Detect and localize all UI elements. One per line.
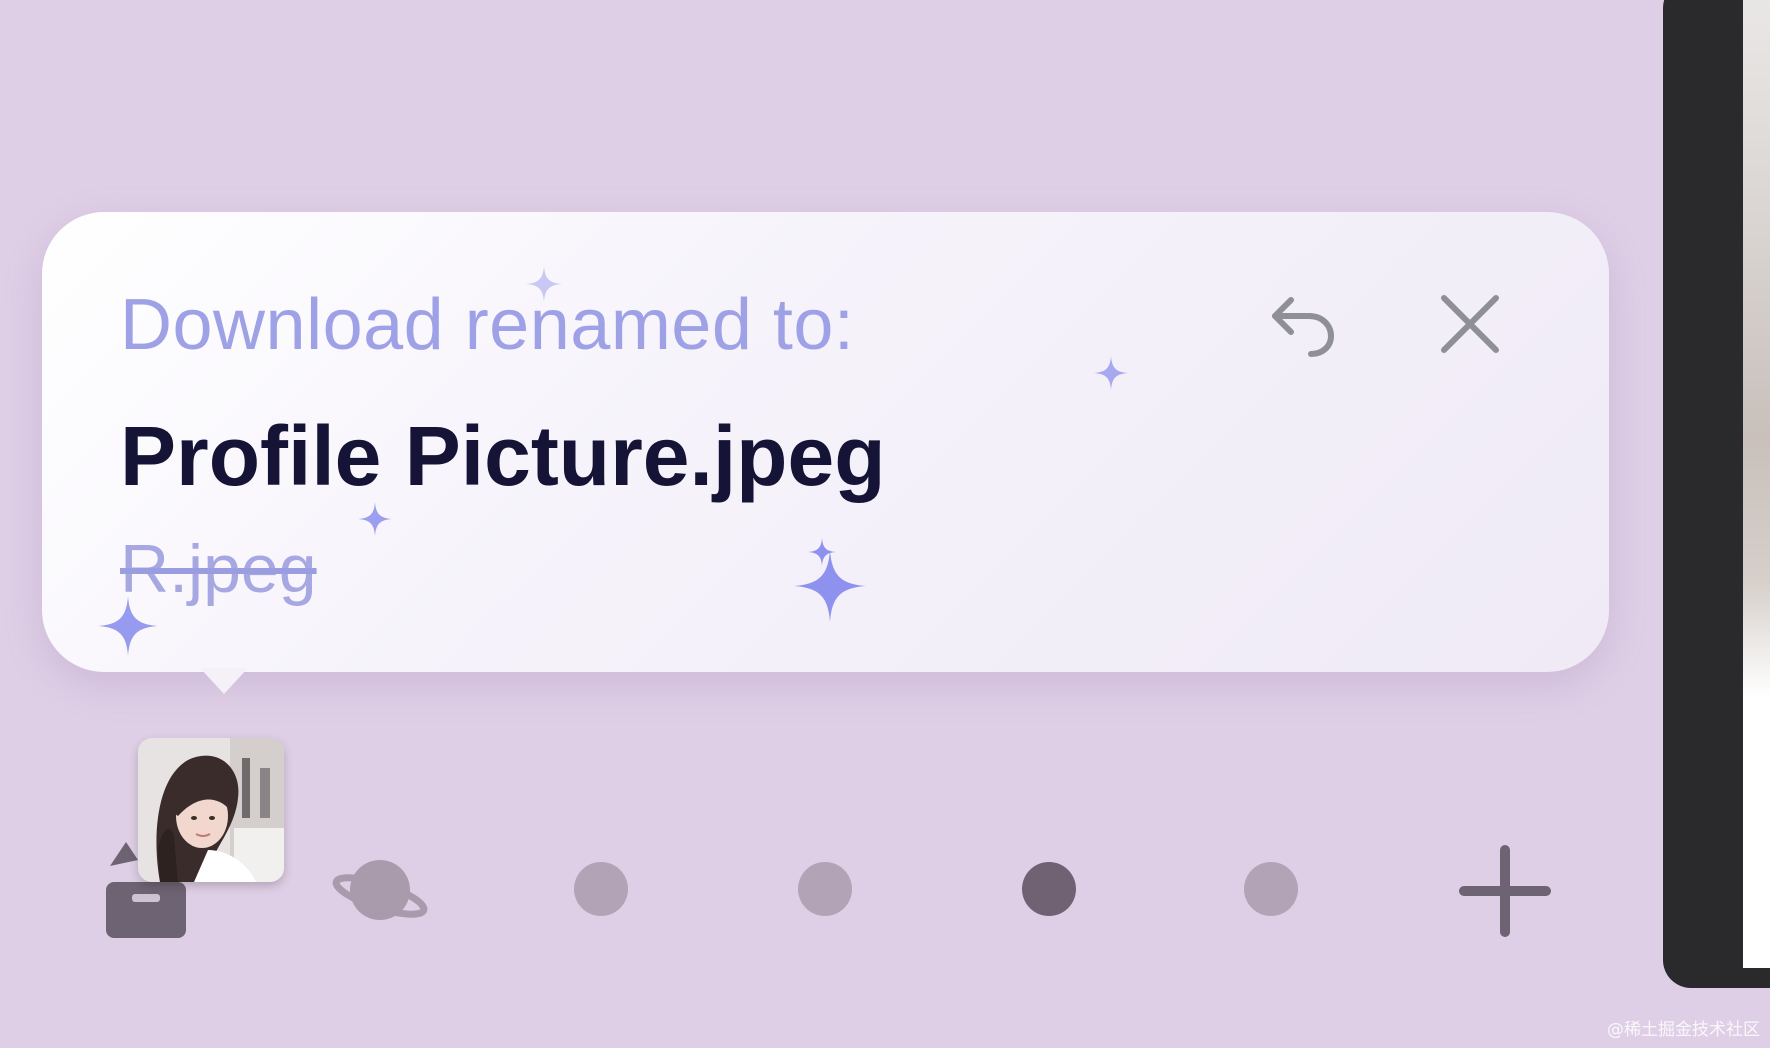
adjacent-window-edge xyxy=(1663,0,1770,988)
close-toast-button[interactable] xyxy=(1422,276,1518,372)
sparkle-icon xyxy=(98,596,158,656)
close-icon xyxy=(1441,295,1499,353)
planet-icon[interactable] xyxy=(330,852,430,928)
undo-arrow-icon xyxy=(1272,297,1335,357)
sparkle-icon xyxy=(794,550,866,622)
profile-photo-thumbnail[interactable] xyxy=(138,738,284,882)
space-dot[interactable] xyxy=(798,862,852,916)
sparkle-icon xyxy=(526,266,562,302)
undo-rename-button[interactable] xyxy=(1255,278,1351,374)
toast-heading: Download renamed to: xyxy=(120,285,855,365)
watermark: @稀土掘金技术社区 xyxy=(1607,1020,1760,1040)
browser-sidebar-bottom: Download renamed to: Profile Picture.jpe… xyxy=(0,0,1770,1048)
toast-pointer xyxy=(200,668,248,694)
space-dot-active[interactable] xyxy=(1022,862,1076,916)
photo-image xyxy=(138,738,284,882)
new-file-name: Profile Picture.jpeg xyxy=(120,409,886,503)
space-dot[interactable] xyxy=(574,862,628,916)
sparkle-icon xyxy=(1094,356,1128,390)
sparkle-icon xyxy=(358,502,392,536)
space-dot[interactable] xyxy=(1244,862,1298,916)
plus-icon[interactable] xyxy=(1458,844,1552,938)
adjacent-window-content xyxy=(1743,0,1770,968)
